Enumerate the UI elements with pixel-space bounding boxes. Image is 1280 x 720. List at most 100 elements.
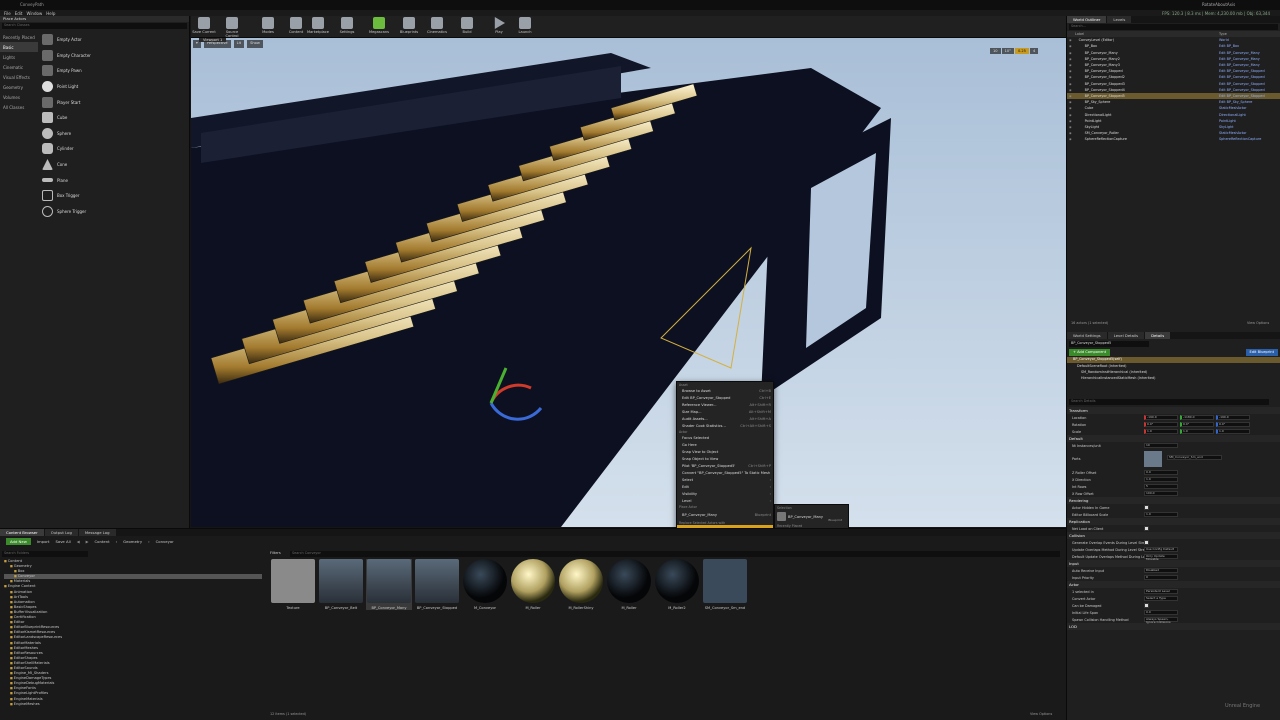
menu-window[interactable]: Window <box>26 11 42 16</box>
eye-icon[interactable]: ◉ <box>1069 88 1072 92</box>
component-tree[interactable]: DefaultSceneRoot (Inherited) SM_RandomIn… <box>1067 363 1280 381</box>
tab-details[interactable]: Details <box>1145 332 1171 339</box>
lit-button[interactable]: Lit <box>233 40 245 48</box>
place-plane[interactable]: Plane <box>39 172 189 188</box>
scale-y[interactable]: 1.0 <box>1180 429 1214 434</box>
outliner-row[interactable]: ◉ SphereReflectionCapture SphereReflection… <box>1067 136 1280 142</box>
add-component-button[interactable]: + Add Component <box>1069 349 1111 356</box>
outliner-type[interactable]: Edit BP_Conveyor_Stopped <box>1219 94 1265 98</box>
category-all-classes[interactable]: All Classes <box>0 102 38 112</box>
search-assets-input[interactable]: Search Conveyor <box>290 551 1060 557</box>
place-empty-actor[interactable]: Empty Actor <box>39 32 189 48</box>
place-cone[interactable]: Cone <box>39 157 189 173</box>
eye-icon[interactable]: ◉ <box>1069 44 1072 48</box>
category-cinematic[interactable]: Cinematic <box>0 62 38 72</box>
eye-icon[interactable]: ◉ <box>1069 51 1072 55</box>
tab-message-log[interactable]: Message Log <box>78 529 116 536</box>
rotation-y[interactable]: 0.0° <box>1180 422 1214 427</box>
ctx-actor-item[interactable]: Convert "BP_Conveyor_Stopped5" To Static… <box>677 469 773 476</box>
tab-world-settings[interactable]: World Settings <box>1067 332 1107 339</box>
actor-name-field[interactable]: BP_Conveyor_Stopped5 <box>1069 341 1149 347</box>
outliner-type[interactable]: SphereReflectionCapture <box>1219 137 1261 141</box>
property-value[interactable]: 0.0 <box>1144 470 1178 475</box>
cinematics-button[interactable]: Cinematics <box>424 17 450 34</box>
outliner-type[interactable]: SkyLight <box>1219 125 1233 129</box>
place-empty-character[interactable]: Empty Character <box>39 48 189 64</box>
place-player-start[interactable]: Player Start <box>39 94 189 110</box>
collision-section[interactable]: Collision <box>1067 532 1280 539</box>
tab-content-browser[interactable]: Content Browser <box>0 529 44 536</box>
path-conveyor[interactable]: Conveyor <box>156 539 174 544</box>
asset-tile[interactable]: M_Roller <box>606 559 652 610</box>
play-button[interactable]: Play <box>486 17 512 34</box>
outliner-type[interactable]: PointLight <box>1219 119 1236 123</box>
search-classes-input[interactable]: Search Classes <box>2 23 187 29</box>
property-value[interactable]: 0 <box>1144 575 1178 580</box>
blueprints-button[interactable]: Blueprints <box>396 17 422 34</box>
sub-selection-item[interactable]: BP_Conveyor_Many Blueprint <box>775 510 848 524</box>
property-value[interactable]: Disabled <box>1144 568 1178 573</box>
eye-icon[interactable]: ◉ <box>1069 94 1072 98</box>
place-cube[interactable]: Cube <box>39 110 189 126</box>
place-box-trigger[interactable]: Box Trigger <box>39 188 189 204</box>
scale-x[interactable]: 1.0 <box>1144 429 1178 434</box>
eye-icon[interactable]: ◉ <box>1069 69 1072 73</box>
menu-file[interactable]: File <box>4 11 11 16</box>
eye-icon[interactable]: ◉ <box>1069 131 1072 135</box>
property-value[interactable]: Only Update Movable <box>1144 554 1178 561</box>
rendering-section[interactable]: Rendering <box>1067 497 1280 504</box>
property-value[interactable] <box>1144 526 1149 531</box>
eye-icon[interactable]: ◉ <box>1069 38 1072 42</box>
input-section[interactable]: Input <box>1067 560 1280 567</box>
edit-blueprint-button[interactable]: Edit Blueprint <box>1245 349 1278 356</box>
outliner-type[interactable]: Edit BP_Sky_Sphere <box>1219 100 1252 104</box>
outliner-type[interactable]: Edit BP_Conveyor_Stopped <box>1219 75 1265 79</box>
outliner-type[interactable]: Edit BP_Box <box>1219 44 1239 48</box>
asset-tile[interactable]: M_RollerShiny <box>558 559 604 610</box>
outliner-type[interactable]: Edit BP_Conveyor_Stopped <box>1219 69 1265 73</box>
property-value[interactable]: Use Config Default <box>1144 547 1178 552</box>
camera-speed[interactable]: 4 <box>1029 48 1039 54</box>
property-value[interactable]: Select a Type <box>1144 596 1178 601</box>
grid-snap[interactable]: 10 <box>990 48 1001 54</box>
eye-icon[interactable]: ◉ <box>1069 125 1072 129</box>
property-value[interactable] <box>1144 540 1149 545</box>
path-content[interactable]: Content <box>95 539 110 544</box>
show-button[interactable]: Show <box>247 40 263 48</box>
location-z[interactable]: -190.0 <box>1216 415 1250 420</box>
scale-snap[interactable]: 0.25 <box>1014 48 1029 54</box>
category-visual-effects[interactable]: Visual Effects <box>0 72 38 82</box>
tab-level-details[interactable]: Level Details <box>1107 332 1145 339</box>
level-viewport[interactable] <box>191 38 1066 527</box>
path-geometry[interactable]: Geometry <box>123 539 142 544</box>
ctx-actor-item[interactable]: Focus Selected <box>677 434 773 441</box>
import-button[interactable]: Import <box>37 539 50 544</box>
category-geometry[interactable]: Geometry <box>0 82 38 92</box>
property-value[interactable]: 5 <box>1144 484 1178 489</box>
eye-icon[interactable]: ◉ <box>1069 57 1072 61</box>
eye-icon[interactable]: ◉ <box>1069 82 1072 86</box>
asset-tile[interactable]: Texture <box>270 559 316 610</box>
tab-levels[interactable]: Levels <box>1107 16 1132 23</box>
property-value[interactable]: Persistent Level <box>1144 589 1178 594</box>
property-value[interactable]: SM_Conveyor_Sm_end <box>1167 455 1222 460</box>
viewport-tab[interactable]: Viewport 1 <box>199 38 227 42</box>
property-value[interactable]: 1.0 <box>1144 477 1178 482</box>
component-hism[interactable]: HierarchicalInstancedStaticMesh (Inherit… <box>1077 375 1280 381</box>
place-empty-pawn[interactable]: Empty Pawn <box>39 63 189 79</box>
outliner-type[interactable]: StaticMeshActor <box>1219 106 1247 110</box>
location-x[interactable]: -190.0 <box>1144 415 1178 420</box>
ctx-level-submenu[interactable]: Level › <box>677 497 773 504</box>
ctx-asset-item[interactable]: Edit BP_Conveyor_Stopped Ctrl+E <box>677 394 773 401</box>
category-lights[interactable]: Lights <box>0 52 38 62</box>
rotation-x[interactable]: 0.0° <box>1144 422 1178 427</box>
ctx-actor-item[interactable]: Snap View to Object <box>677 448 773 455</box>
eye-icon[interactable]: ◉ <box>1069 119 1072 123</box>
outliner-search-input[interactable]: Search... <box>1069 24 1278 30</box>
asset-tile[interactable]: M_Roller <box>510 559 556 610</box>
outliner-type[interactable]: DirectionalLight <box>1219 113 1246 117</box>
outliner-type[interactable]: Edit BP_Conveyor_Stopped <box>1219 82 1265 86</box>
scale-z[interactable]: 1.0 <box>1216 429 1250 434</box>
outliner-type[interactable]: Edit BP_Conveyor_Many <box>1219 63 1260 67</box>
save-all-button[interactable]: Save All <box>55 539 70 544</box>
